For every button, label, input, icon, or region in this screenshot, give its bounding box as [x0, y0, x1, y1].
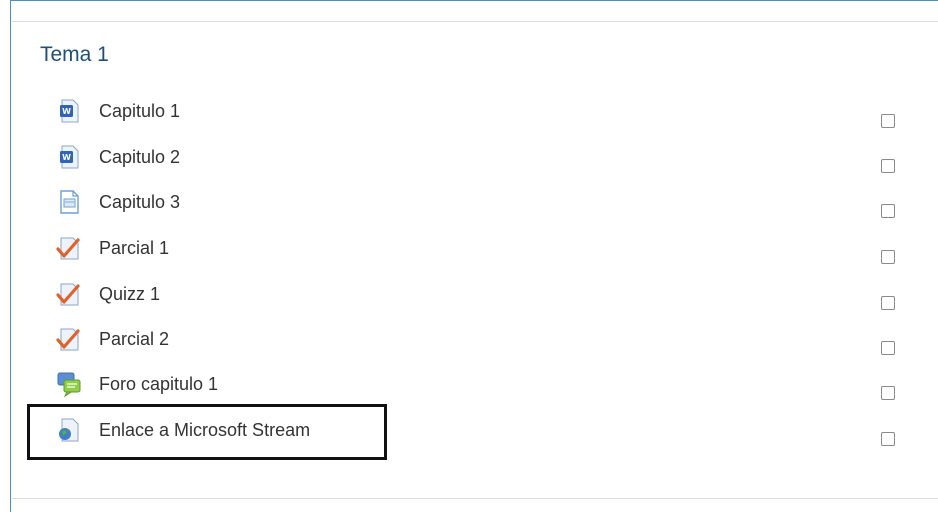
- completion-checkbox[interactable]: [881, 341, 895, 355]
- activity-row[interactable]: W Capitulo 2: [55, 142, 915, 172]
- completion-checkbox[interactable]: [881, 250, 895, 264]
- svg-text:W: W: [62, 153, 71, 162]
- completion-checkbox[interactable]: [881, 204, 895, 218]
- completion-checkbox[interactable]: [881, 114, 895, 128]
- forum-icon: [55, 370, 83, 398]
- activity-link-foro-capitulo-1[interactable]: Foro capitulo 1: [99, 374, 218, 395]
- activity-link-capitulo-3[interactable]: Capitulo 3: [99, 192, 180, 213]
- section-divider-top: [12, 21, 938, 22]
- activity-row[interactable]: Capitulo 3: [55, 187, 915, 217]
- activity-link-quizz-1[interactable]: Quizz 1: [99, 284, 160, 305]
- page-icon: [55, 188, 83, 216]
- completion-checkbox[interactable]: [881, 432, 895, 446]
- activity-row[interactable]: W Capitulo 1: [55, 96, 915, 126]
- completion-checkbox[interactable]: [881, 386, 895, 400]
- word-document-icon: W: [55, 97, 83, 125]
- section-divider-bottom: [12, 498, 938, 499]
- svg-text:W: W: [62, 107, 71, 116]
- activity-row[interactable]: Foro capitulo 1: [55, 369, 915, 399]
- highlight-box: [27, 404, 387, 460]
- activity-link-capitulo-2[interactable]: Capitulo 2: [99, 147, 180, 168]
- activity-link-capitulo-1[interactable]: Capitulo 1: [99, 101, 180, 122]
- quiz-icon: [55, 234, 83, 262]
- quiz-icon: [55, 325, 83, 353]
- completion-checkbox[interactable]: [881, 296, 895, 310]
- activity-row[interactable]: Parcial 1: [55, 233, 915, 263]
- activity-link-parcial-1[interactable]: Parcial 1: [99, 238, 169, 259]
- quiz-icon: [55, 280, 83, 308]
- activity-row[interactable]: Parcial 2: [55, 324, 915, 354]
- completion-checkbox[interactable]: [881, 159, 895, 173]
- section-title: Tema 1: [40, 43, 109, 66]
- activity-link-parcial-2[interactable]: Parcial 2: [99, 329, 169, 350]
- word-document-icon: W: [55, 143, 83, 171]
- activity-row[interactable]: Quizz 1: [55, 279, 915, 309]
